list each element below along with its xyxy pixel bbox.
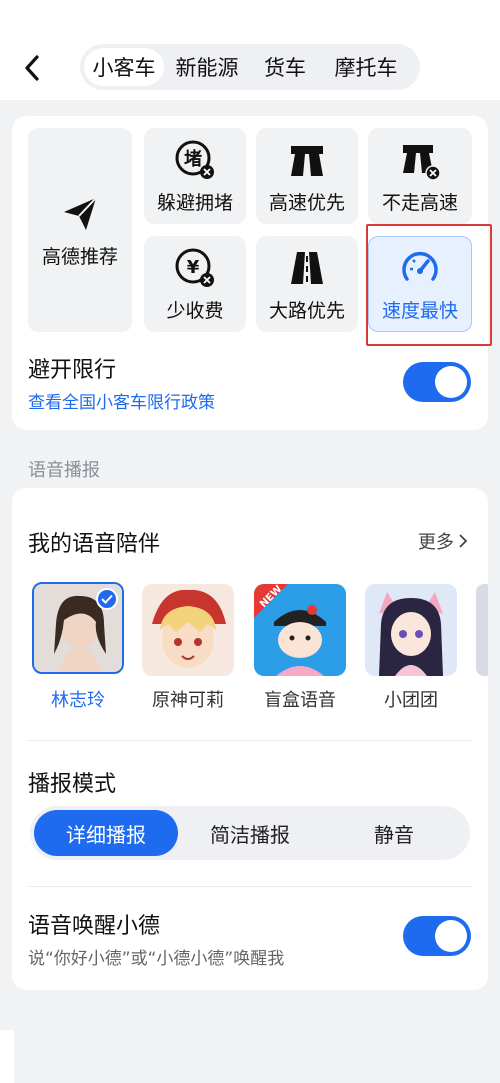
voice-wake-toggle[interactable] — [403, 916, 471, 956]
highway-icon — [285, 138, 329, 182]
anime-girl-image — [365, 584, 457, 676]
svg-text:¥: ¥ — [187, 257, 200, 278]
avoid-restriction-title: 避开限行 — [28, 358, 117, 383]
tab-motorcycle[interactable]: 摩托车 — [320, 48, 412, 86]
voice-avatar-klee[interactable] — [142, 584, 234, 676]
voice-avatar-next-partial[interactable] — [476, 584, 488, 676]
mode-concise[interactable]: 简洁播报 — [178, 810, 322, 856]
mode-detailed[interactable]: 详细播报 — [34, 810, 178, 856]
toggle-knob — [435, 366, 467, 398]
route-option-label: 高速优先 — [268, 191, 345, 214]
broadcast-mode-title: 播报模式 — [28, 772, 117, 797]
voice-name: 盲盒语音 — [264, 690, 336, 711]
highlight-box — [366, 224, 492, 346]
bottom-edge — [0, 1030, 14, 1083]
voice-name: 小团团 — [384, 690, 438, 711]
more-voices-link[interactable]: 更多 — [418, 528, 468, 554]
route-option-recommended[interactable]: 高德推荐 — [28, 128, 132, 332]
voice-companion-title: 我的语音陪伴 — [28, 532, 161, 557]
voice-name: 原神可莉 — [152, 690, 224, 711]
voice-avatar-blind-box[interactable]: NEW — [254, 584, 346, 676]
divider — [28, 886, 472, 887]
divider — [28, 740, 472, 741]
less-toll-icon: ¥ — [173, 246, 217, 290]
no-highway-icon — [398, 138, 442, 182]
paper-plane-icon — [58, 192, 102, 236]
route-option-label: 躲避拥堵 — [156, 191, 233, 214]
voice-avatar-lin-zhiling[interactable] — [32, 582, 124, 674]
route-option-no-highway[interactable]: 不走高速 — [368, 128, 472, 224]
broadcast-mode-segmented: 详细播报 简洁播报 静音 — [30, 806, 470, 860]
avoid-restriction-toggle[interactable] — [403, 362, 471, 402]
anime-character-image — [142, 584, 234, 676]
tab-new-energy[interactable]: 新能源 — [164, 48, 250, 86]
back-button[interactable] — [14, 48, 50, 88]
avoid-congestion-icon: 堵 — [173, 138, 217, 182]
route-option-highway-first[interactable]: 高速优先 — [256, 128, 358, 224]
svg-text:堵: 堵 — [184, 148, 202, 170]
voice-card: 我的语音陪伴 更多 林志玲 原神可莉 NEW 盲盒语音 小团团 播报模式 详细播… — [12, 488, 488, 990]
selected-check-icon — [96, 588, 118, 610]
voice-name: 林志玲 — [51, 690, 105, 711]
cartoon-character-image: NEW — [254, 584, 346, 676]
mode-mute[interactable]: 静音 — [322, 810, 466, 856]
voice-wake-title: 语音唤醒小德 — [28, 914, 161, 939]
voice-wake-subtitle: 说“你好小德”或“小德小德”唤醒我 — [28, 949, 285, 969]
voice-section-label: 语音播报 — [28, 460, 100, 481]
route-option-avoid-congestion[interactable]: 堵 躲避拥堵 — [144, 128, 246, 224]
route-option-label: 少收费 — [166, 299, 224, 322]
route-option-less-toll[interactable]: ¥ 少收费 — [144, 236, 246, 332]
route-option-main-road[interactable]: 大路优先 — [256, 236, 358, 332]
chevron-left-icon — [25, 55, 39, 81]
chevron-right-icon — [459, 534, 468, 548]
top-bar: 小客车 新能源 货车 摩托车 — [0, 0, 500, 100]
more-label: 更多 — [418, 532, 454, 553]
route-option-label: 不走高速 — [381, 191, 458, 214]
toggle-knob — [435, 920, 467, 952]
tab-car[interactable]: 小客车 — [84, 48, 164, 86]
route-option-label: 高德推荐 — [41, 245, 118, 268]
vehicle-type-tabs: 小客车 新能源 货车 摩托车 — [80, 44, 420, 90]
restriction-policy-link[interactable]: 查看全国小客车限行政策 — [28, 388, 215, 413]
tab-truck[interactable]: 货车 — [250, 48, 320, 86]
route-option-label: 大路优先 — [268, 299, 345, 322]
main-road-icon — [285, 246, 329, 290]
voice-avatar-xiaotuantuan[interactable] — [365, 584, 457, 676]
